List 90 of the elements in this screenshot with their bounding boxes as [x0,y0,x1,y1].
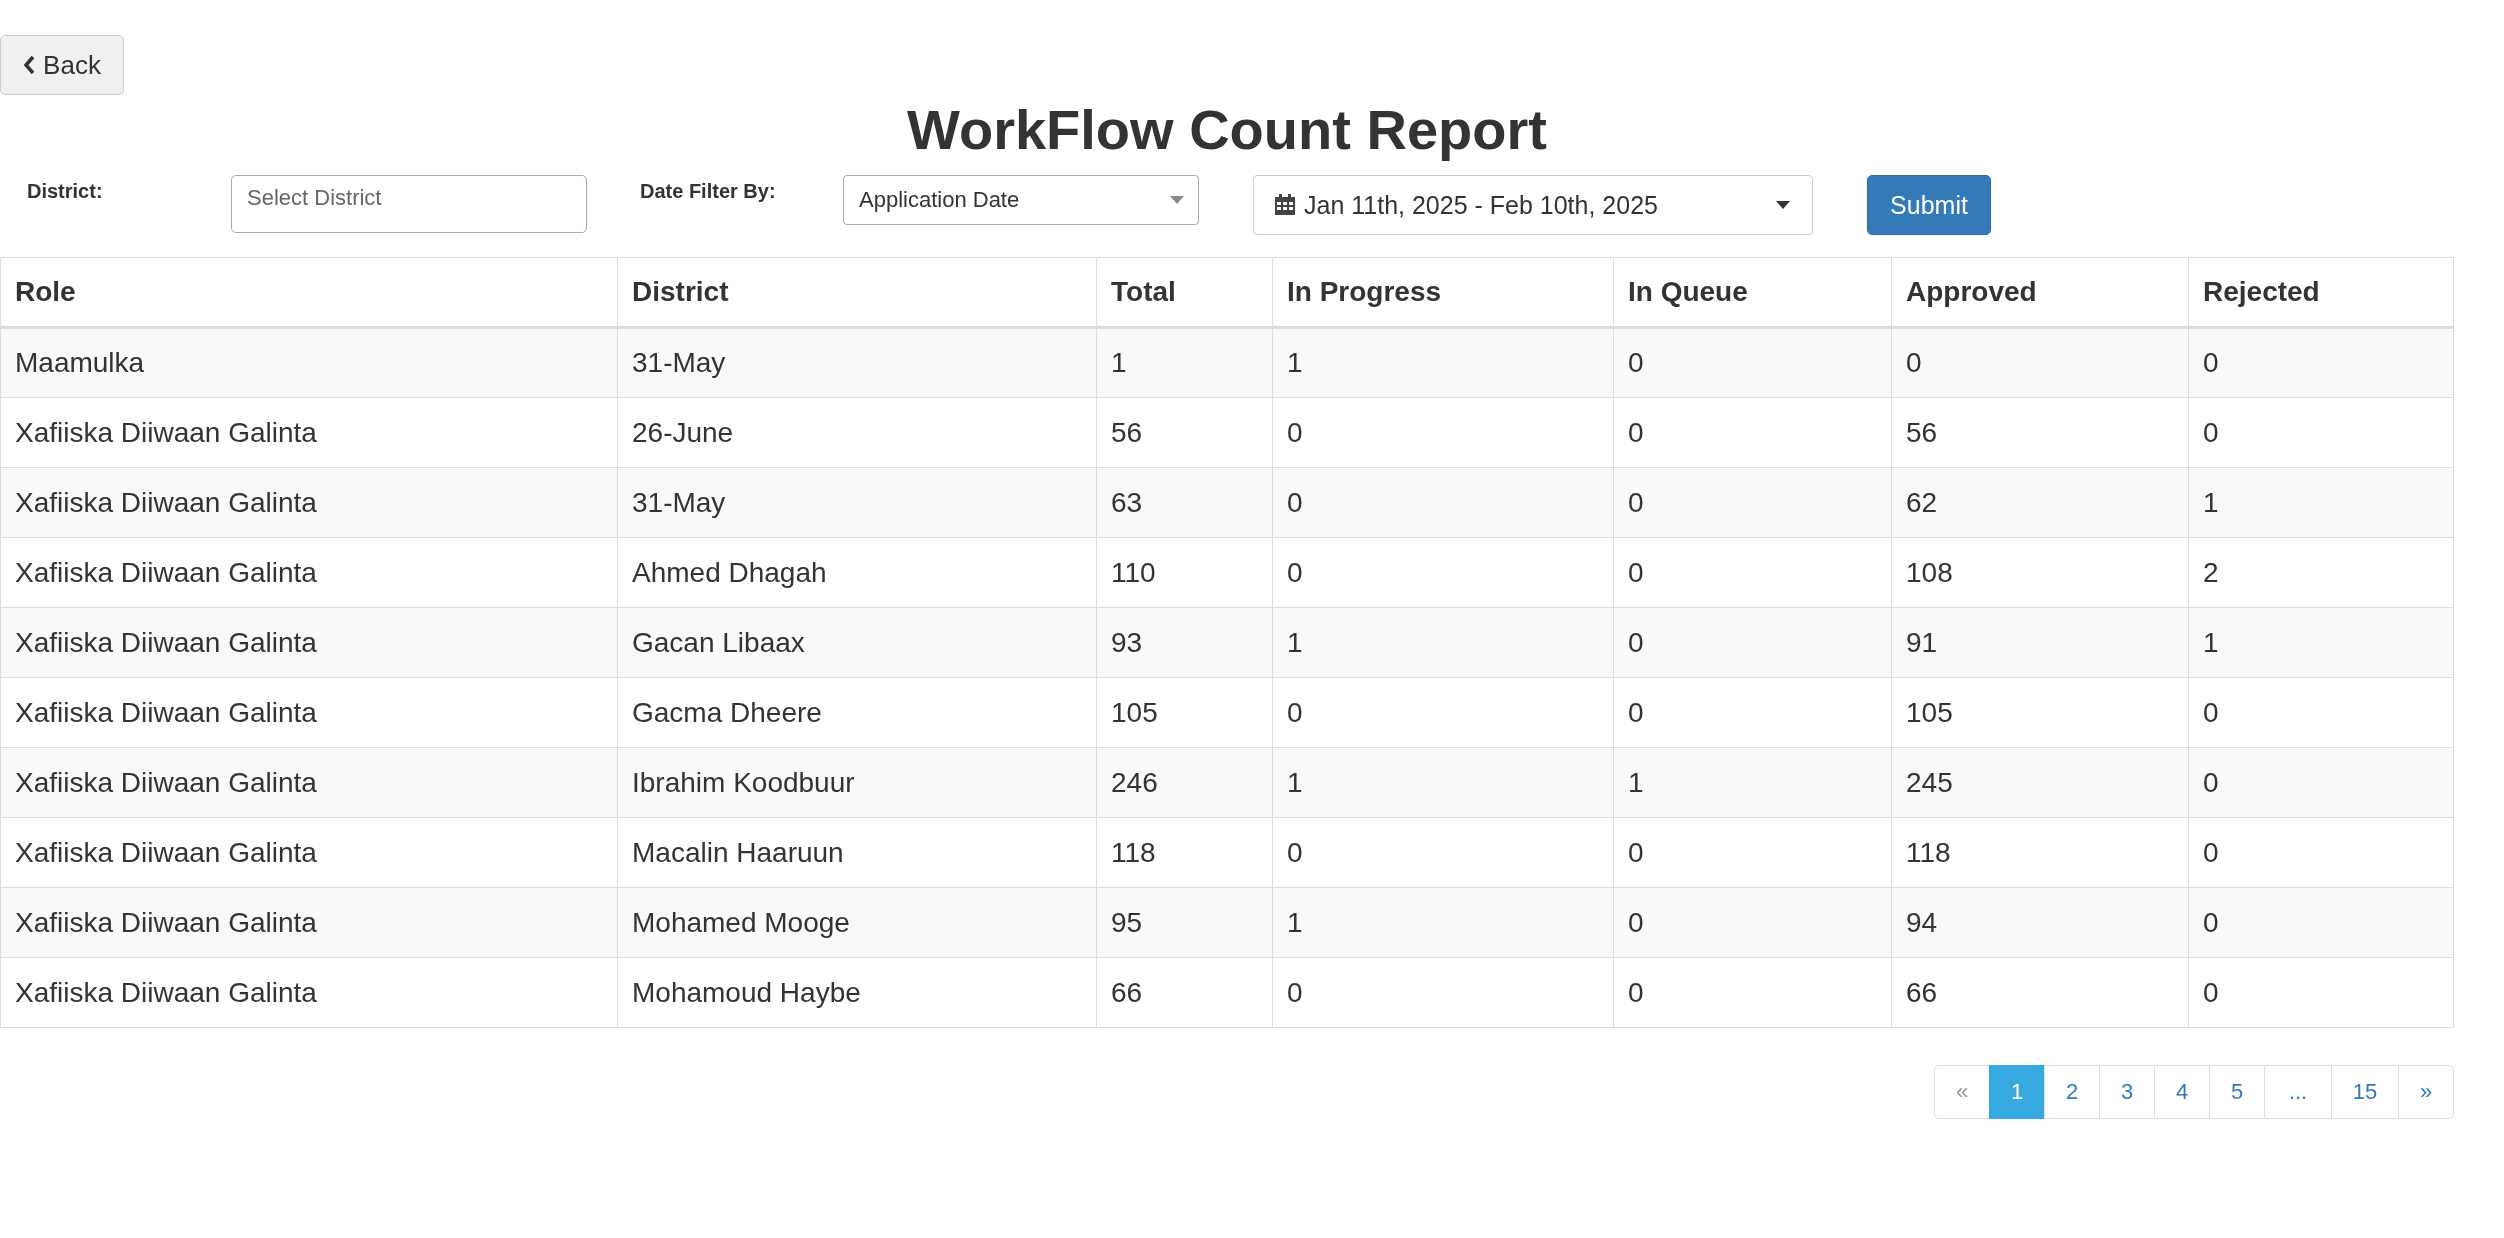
table-cell: Macalin Haaruun [617,817,1097,888]
page-link[interactable]: 2 [2044,1065,2100,1119]
table-cell: 0 [1272,537,1614,608]
table-cell: 0 [1613,677,1892,748]
table-cell: 0 [1613,887,1892,958]
table-cell: 118 [1891,817,2189,888]
table-cell: 0 [1613,467,1892,538]
table-cell: 66 [1096,957,1273,1028]
table-cell: 110 [1096,537,1273,608]
table-cell: Xafiiska Diiwaan Galinta [0,467,618,538]
table-cell: 94 [1891,887,2189,958]
table-cell: 0 [1272,677,1614,748]
table-cell: 0 [1613,397,1892,468]
submit-button[interactable]: Submit [1867,175,1991,235]
page-link[interactable]: 4 [2154,1065,2210,1119]
table-cell: Xafiiska Diiwaan Galinta [0,957,618,1028]
table-cell: 31-May [617,467,1097,538]
table-cell: 91 [1891,607,2189,678]
table-cell: 26-June [617,397,1097,468]
table-cell: Ahmed Dhagah [617,537,1097,608]
district-field[interactable]: Select District [231,175,587,233]
table-cell: Gacan Libaax [617,607,1097,678]
page-link[interactable]: 15 [2331,1065,2399,1119]
page-link[interactable]: 3 [2099,1065,2155,1119]
table-cell: 0 [1613,327,1892,398]
table-cell: Xafiiska Diiwaan Galinta [0,747,618,818]
district-label: District: [27,179,104,203]
date-range-picker[interactable]: Jan 11th, 2025 - Feb 10th, 2025 [1253,175,1813,235]
calendar-icon [1274,194,1296,216]
page-link[interactable]: 1 [1989,1065,2045,1119]
table-cell: 0 [1272,817,1614,888]
page-link[interactable]: ... [2264,1065,2332,1119]
table-cell: 56 [1891,397,2189,468]
table-cell: 108 [1891,537,2189,608]
table-cell: 0 [1272,467,1614,538]
table-cell: Xafiiska Diiwaan Galinta [0,677,618,748]
table-cell: 245 [1891,747,2189,818]
table-cell: Xafiiska Diiwaan Galinta [0,537,618,608]
page-link[interactable]: 5 [2209,1065,2265,1119]
table-cell: Xafiiska Diiwaan Galinta [0,887,618,958]
table-cell: 0 [2188,397,2454,468]
table-cell: 105 [1096,677,1273,748]
table-cell: 0 [1613,537,1892,608]
table-cell: 105 [1891,677,2189,748]
table-cell: 0 [2188,677,2454,748]
page-link[interactable]: » [2398,1065,2454,1119]
back-button[interactable]: Back [0,35,124,95]
table-cell: Mohamoud Haybe [617,957,1097,1028]
table-cell: Xafiiska Diiwaan Galinta [0,817,618,888]
table-cell: 0 [1272,397,1614,468]
table-cell: Mohamed Mooge [617,887,1097,958]
table-cell: 1 [1272,887,1614,958]
table-cell: 0 [1613,957,1892,1028]
table-cell: Xafiiska Diiwaan Galinta [0,397,618,468]
table-cell: 66 [1891,957,2189,1028]
table-cell: 0 [2188,887,2454,958]
table-cell: Maamulka [0,327,618,398]
table-cell: 56 [1096,397,1273,468]
chevron-left-icon [23,55,36,75]
table-cell: 62 [1891,467,2189,538]
table-cell: 93 [1096,607,1273,678]
table-cell: 0 [1891,327,2189,398]
table-cell: 118 [1096,817,1273,888]
table-cell: Gacma Dheere [617,677,1097,748]
table-cell: 0 [1613,607,1892,678]
table-cell: 31-May [617,327,1097,398]
table-cell: 1 [1613,747,1892,818]
table-cell: 1 [1272,747,1614,818]
date-filter-select[interactable]: Application Date [843,175,1199,225]
table-cell: 1 [1272,607,1614,678]
table-cell: 0 [2188,747,2454,818]
dropdown-arrow-icon [1170,196,1184,204]
table-cell: Ibrahim Koodbuur [617,747,1097,818]
table-cell: 1 [2188,467,2454,538]
table-cell: 63 [1096,467,1273,538]
table-cell: Xafiiska Diiwaan Galinta [0,607,618,678]
page-title: WorkFlow Count Report [906,97,1548,163]
table-cell: 0 [1613,817,1892,888]
table-cell: 2 [2188,537,2454,608]
table-cell: 0 [2188,817,2454,888]
table-cell: 0 [2188,327,2454,398]
date-filter-label: Date Filter By: [640,179,777,203]
table-cell: 0 [1272,957,1614,1028]
table-cell: 1 [2188,607,2454,678]
table-cell: 246 [1096,747,1273,818]
table-cell: 1 [1272,327,1614,398]
table-cell: 95 [1096,887,1273,958]
caret-icon [1776,201,1790,209]
table-cell: 1 [1096,327,1273,398]
table-cell: 0 [2188,957,2454,1028]
